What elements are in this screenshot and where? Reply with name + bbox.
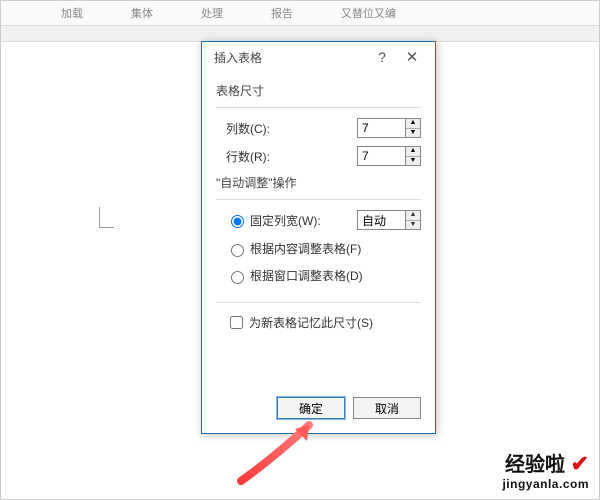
fixed-width-label: 固定列宽(W):: [250, 212, 357, 229]
rows-label: 行数(R):: [226, 148, 357, 165]
columns-row: 列数(C): ▲ ▼: [216, 118, 421, 138]
fixed-width-spinner[interactable]: ▲ ▼: [405, 210, 421, 230]
spin-down-icon[interactable]: ▼: [406, 157, 420, 166]
fit-content-label: 根据内容调整表格(F): [250, 240, 361, 257]
rows-row: 行数(R): ▲ ▼: [216, 146, 421, 166]
fit-content-option[interactable]: 根据内容调整表格(F): [216, 240, 421, 257]
ribbon-item[interactable]: 加载: [61, 5, 83, 21]
fixed-width-radio[interactable]: [231, 215, 244, 228]
spin-down-icon[interactable]: ▼: [406, 129, 420, 138]
columns-label: 列数(C):: [226, 120, 357, 137]
spin-down-icon[interactable]: ▼: [406, 221, 420, 230]
fixed-width-option[interactable]: 固定列宽(W): ▲ ▼: [216, 210, 421, 230]
rows-spinner[interactable]: ▲ ▼: [405, 146, 421, 166]
close-icon[interactable]: ✕: [397, 48, 427, 66]
remember-size-label: 为新表格记忆此尺寸(S): [249, 314, 373, 331]
help-icon[interactable]: ?: [367, 49, 397, 65]
columns-input[interactable]: [357, 118, 405, 138]
spin-up-icon[interactable]: ▲: [406, 211, 420, 221]
cursor-indicator: [99, 207, 114, 228]
insert-table-dialog: 插入表格 ? ✕ 表格尺寸 列数(C): ▲ ▼ 行数(R): ▲ ▼: [201, 41, 436, 434]
dialog-title: 插入表格: [214, 49, 367, 66]
dialog-titlebar: 插入表格 ? ✕: [202, 42, 435, 72]
ribbon-item[interactable]: 又替位又编: [341, 5, 396, 21]
fit-window-label: 根据窗口调整表格(D): [250, 267, 363, 284]
rows-input[interactable]: [357, 146, 405, 166]
remember-size-checkbox[interactable]: [230, 316, 243, 329]
ribbon-item[interactable]: 报告: [271, 5, 293, 21]
cancel-button[interactable]: 取消: [353, 397, 421, 419]
fixed-width-input[interactable]: [357, 210, 405, 230]
columns-spinner[interactable]: ▲ ▼: [405, 118, 421, 138]
top-ribbon: 加载 集体 处理 报告 又替位又编: [1, 1, 599, 26]
ribbon-item[interactable]: 处理: [201, 5, 223, 21]
autofit-group-label: "自动调整"操作: [216, 174, 421, 191]
ok-button[interactable]: 确定: [277, 397, 345, 419]
fit-window-option[interactable]: 根据窗口调整表格(D): [216, 267, 421, 284]
size-group-label: 表格尺寸: [216, 82, 421, 99]
spin-up-icon[interactable]: ▲: [406, 119, 420, 129]
ribbon-item[interactable]: 集体: [131, 5, 153, 21]
remember-size-option[interactable]: 为新表格记忆此尺寸(S): [216, 313, 421, 332]
fit-window-radio[interactable]: [231, 271, 244, 284]
fit-content-radio[interactable]: [231, 244, 244, 257]
spin-up-icon[interactable]: ▲: [406, 147, 420, 157]
